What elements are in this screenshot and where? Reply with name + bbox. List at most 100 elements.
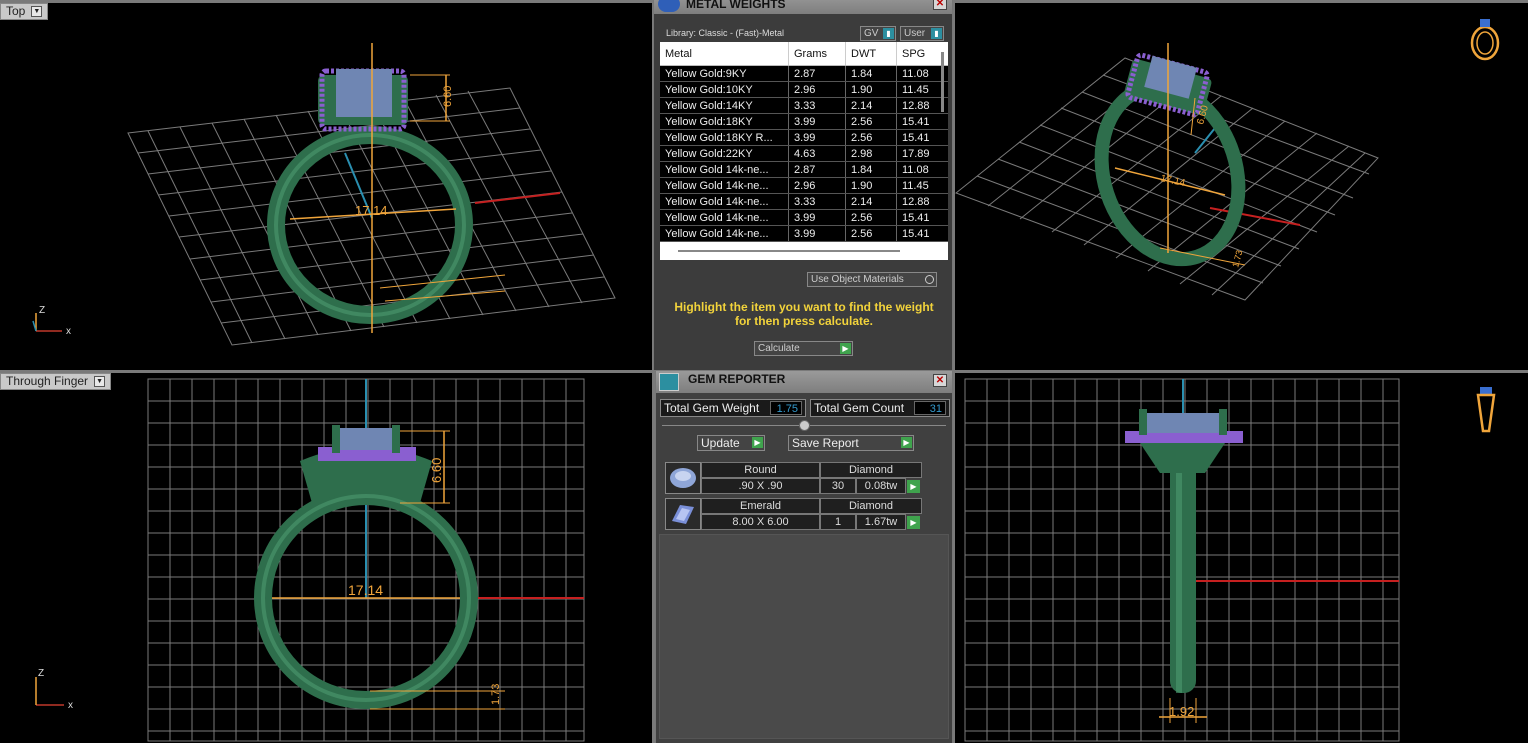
dimension-ring-width: 17.14 xyxy=(348,582,383,598)
table-row[interactable]: Yellow Gold 14k-ne... 3.99 2.56 15.41 xyxy=(660,210,948,226)
axis-x-label: x xyxy=(68,700,73,711)
radio-icon xyxy=(925,275,934,284)
dwt-cell: 2.56 xyxy=(846,114,897,129)
grams-cell: 4.63 xyxy=(789,146,846,161)
globe-icon xyxy=(658,0,680,12)
axis-z-label: Z xyxy=(38,668,44,679)
viewport-view-selector[interactable]: Top ▼ xyxy=(0,3,49,20)
table-row[interactable]: Yellow Gold 14k-ne... 3.99 2.56 15.41 xyxy=(660,226,948,242)
viewport-perspective[interactable]: 17.14 6.60 1.73 xyxy=(955,3,1528,370)
user-toggle[interactable]: User ▮ xyxy=(900,26,944,41)
metal-weights-table[interactable]: Metal Grams DWT SPG Yellow Gold:9KY 2.87 1… xyxy=(660,42,948,260)
side-view: 1.92 xyxy=(964,378,1496,742)
play-arrow-icon: ▶ xyxy=(752,437,763,448)
update-button[interactable]: Update ▶ xyxy=(697,435,765,451)
horizontal-scrollbar[interactable] xyxy=(678,250,900,252)
viewport-view-selector[interactable]: Through Finger ▼ xyxy=(0,373,112,390)
dimension-shank-width: 1.92 xyxy=(1169,704,1194,719)
gem-material: Diamond xyxy=(820,498,922,514)
dimension-setting-height: 6.60 xyxy=(429,458,444,483)
dimension-setting-height: 6.60 xyxy=(442,86,454,107)
ring-side-view-icon[interactable] xyxy=(1476,387,1496,433)
gem-reporter-titlebar[interactable]: GEM REPORTER ✕ xyxy=(656,371,952,393)
dwt-cell: 2.14 xyxy=(846,194,897,209)
vertical-scrollbar[interactable] xyxy=(941,52,944,112)
app-window: 17.14 6.60 Z x Top ▼ 17.14 6.60 1.73 17.… xyxy=(0,0,1528,743)
gem-weight: 0.08tw xyxy=(856,478,906,494)
metal-cell: Yellow Gold:9KY xyxy=(660,66,789,81)
dimension-band-thickness: 1.73 xyxy=(490,684,502,705)
front-view: 17.14 6.60 1.73 Z x xyxy=(35,378,585,742)
chevron-down-icon[interactable]: ▼ xyxy=(31,6,43,17)
table-row[interactable]: Yellow Gold 14k-ne... 2.96 1.90 11.45 xyxy=(660,178,948,194)
grams-cell: 3.99 xyxy=(789,226,846,241)
viewport-top[interactable]: 17.14 6.60 Z x Top ▼ xyxy=(0,3,652,370)
metal-cell: Yellow Gold 14k-ne... xyxy=(660,226,789,241)
gem-reporter-panel: GEM REPORTER ✕ Total Gem Weight 1.75 Tot… xyxy=(655,371,953,743)
metal-cell: Yellow Gold:18KY xyxy=(660,114,789,129)
metal-cell: Yellow Gold:14KY xyxy=(660,98,789,113)
metal-cell: Yellow Gold:18KY R... xyxy=(660,130,789,145)
table-row[interactable]: Yellow Gold:10KY 2.96 1.90 11.45 xyxy=(660,82,948,98)
use-object-materials-toggle[interactable]: Use Object Materials xyxy=(807,272,937,287)
play-arrow-icon: ▶ xyxy=(840,343,851,354)
spg-cell: 12.88 xyxy=(902,196,930,208)
instruction-line-1: Highlight the item you want to find the … xyxy=(674,300,934,314)
gem-shape: Emerald xyxy=(701,498,820,514)
ring-shank xyxy=(1170,443,1196,693)
table-row[interactable]: Yellow Gold 14k-ne... 2.87 1.84 11.08 xyxy=(660,162,948,178)
dwt-cell: 2.14 xyxy=(846,98,897,113)
dwt-cell: 2.56 xyxy=(846,130,897,145)
close-icon[interactable]: ✕ xyxy=(933,0,947,10)
toggle-icon: ▮ xyxy=(883,28,894,39)
round-gem-icon xyxy=(665,462,701,494)
column-header[interactable]: DWT xyxy=(846,42,897,65)
grams-cell: 3.33 xyxy=(789,194,846,209)
gem-list-area xyxy=(659,534,949,739)
gem-details-button[interactable]: ▶ xyxy=(907,516,920,529)
library-label: Library: Classic - (Fast)-Metal xyxy=(666,28,785,38)
emerald-gem-icon xyxy=(665,498,701,530)
metal-weights-titlebar[interactable]: METAL WEIGHTS ✕ xyxy=(654,0,952,14)
table-row[interactable]: Yellow Gold:14KY 3.33 2.14 12.88 xyxy=(660,98,948,114)
gem-count: 30 xyxy=(820,478,856,494)
grams-cell: 2.87 xyxy=(789,66,846,81)
table-row[interactable]: Yellow Gold:22KY 4.63 2.98 17.89 xyxy=(660,146,948,162)
spg-cell: 17.89 xyxy=(902,148,930,160)
instruction-line-2: for then press calculate. xyxy=(734,314,874,328)
table-row[interactable]: Yellow Gold:18KY R... 3.99 2.56 15.41 xyxy=(660,130,948,146)
gem-size: 8.00 X 6.00 xyxy=(701,514,820,530)
gem-shape: Round xyxy=(701,462,820,478)
gem-reporter-icon xyxy=(659,373,679,391)
chevron-down-icon[interactable]: ▼ xyxy=(94,376,106,387)
spg-cell: 15.41 xyxy=(902,132,930,144)
total-gem-weight-value: 1.75 xyxy=(770,401,802,415)
dimension-band-thickness: 1.73 xyxy=(1230,249,1244,269)
viewport-side[interactable]: 1.92 xyxy=(955,373,1528,743)
column-header[interactable]: Grams xyxy=(789,42,846,65)
ring-view-icon[interactable] xyxy=(1470,19,1500,61)
column-header[interactable]: Metal xyxy=(660,42,789,65)
gem-count: 1 xyxy=(820,514,856,530)
gem-weight: 1.67tw xyxy=(856,514,906,530)
grams-cell: 3.99 xyxy=(789,130,846,145)
metal-weights-panel: METAL WEIGHTS ✕ Library: Classic - (Fast… xyxy=(653,0,953,370)
total-gem-count-label: Total Gem Count xyxy=(814,401,905,415)
table-header: Metal Grams DWT SPG xyxy=(660,42,948,66)
save-report-button[interactable]: Save Report ▶ xyxy=(788,435,914,451)
grams-cell: 3.33 xyxy=(789,98,846,113)
table-row[interactable]: Yellow Gold:9KY 2.87 1.84 11.08 xyxy=(660,66,948,82)
calculate-button[interactable]: Calculate ▶ xyxy=(754,341,853,356)
total-gem-weight-label: Total Gem Weight xyxy=(664,401,760,415)
grams-cell: 2.96 xyxy=(789,82,846,97)
dimension-ring-width: 17.14 xyxy=(1159,173,1186,189)
viewport-through-finger[interactable]: 17.14 6.60 1.73 Z x Through Finger ▼ xyxy=(0,373,652,743)
gem-details-button[interactable]: ▶ xyxy=(907,480,920,493)
axis-z-label: Z xyxy=(39,305,45,316)
table-row[interactable]: Yellow Gold 14k-ne... 3.33 2.14 12.88 xyxy=(660,194,948,210)
collapse-handle-icon[interactable] xyxy=(799,420,810,431)
table-row[interactable]: Yellow Gold:18KY 3.99 2.56 15.41 xyxy=(660,114,948,130)
gv-toggle[interactable]: GV ▮ xyxy=(860,26,896,41)
close-icon[interactable]: ✕ xyxy=(933,374,947,387)
viewport-view-label: Through Finger xyxy=(6,374,89,388)
